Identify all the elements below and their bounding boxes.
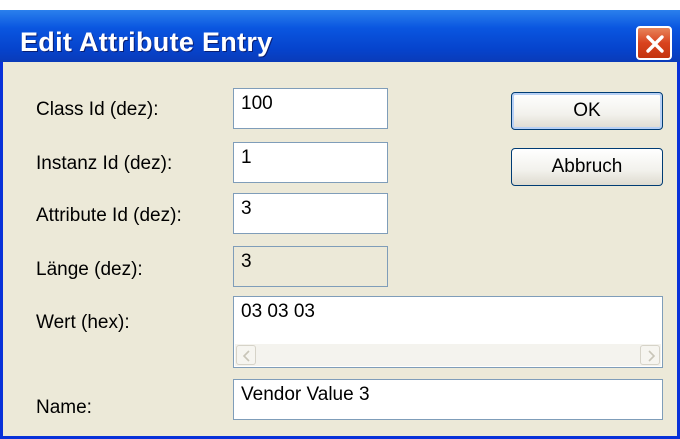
- chevron-right-icon: [648, 350, 656, 362]
- length-label: Länge (dez):: [36, 259, 143, 280]
- close-button[interactable]: [636, 26, 672, 60]
- edit-attribute-dialog: Edit Attribute Entry Class Id (dez): 100…: [0, 0, 680, 439]
- value-hex-textarea[interactable]: 03 03 03: [233, 296, 663, 368]
- chevron-left-icon: [242, 350, 250, 362]
- attribute-id-input[interactable]: 3: [233, 193, 388, 234]
- value-hex-label: Wert (hex):: [36, 312, 130, 333]
- instance-id-label: Instanz Id (dez):: [36, 153, 173, 174]
- window-title: Edit Attribute Entry: [20, 27, 273, 57]
- value-hex-text: 03 03 03: [241, 301, 315, 322]
- cancel-button[interactable]: Abbruch: [511, 148, 663, 186]
- title-bar-top-edge: [0, 0, 680, 10]
- instance-id-input[interactable]: 1: [233, 142, 388, 183]
- name-label: Name:: [36, 397, 92, 418]
- ok-button[interactable]: OK: [511, 92, 663, 130]
- close-icon: [646, 35, 664, 53]
- length-readonly-field: 3: [233, 246, 388, 287]
- scroll-right-button[interactable]: [640, 345, 660, 365]
- title-bar[interactable]: Edit Attribute Entry: [0, 0, 680, 62]
- attribute-id-label: Attribute Id (dez):: [36, 205, 182, 226]
- class-id-input[interactable]: 100: [233, 88, 388, 129]
- horizontal-scrollbar[interactable]: [235, 344, 661, 366]
- class-id-label: Class Id (dez):: [36, 99, 159, 120]
- scroll-left-button[interactable]: [236, 345, 256, 365]
- name-input[interactable]: Vendor Value 3: [233, 379, 663, 420]
